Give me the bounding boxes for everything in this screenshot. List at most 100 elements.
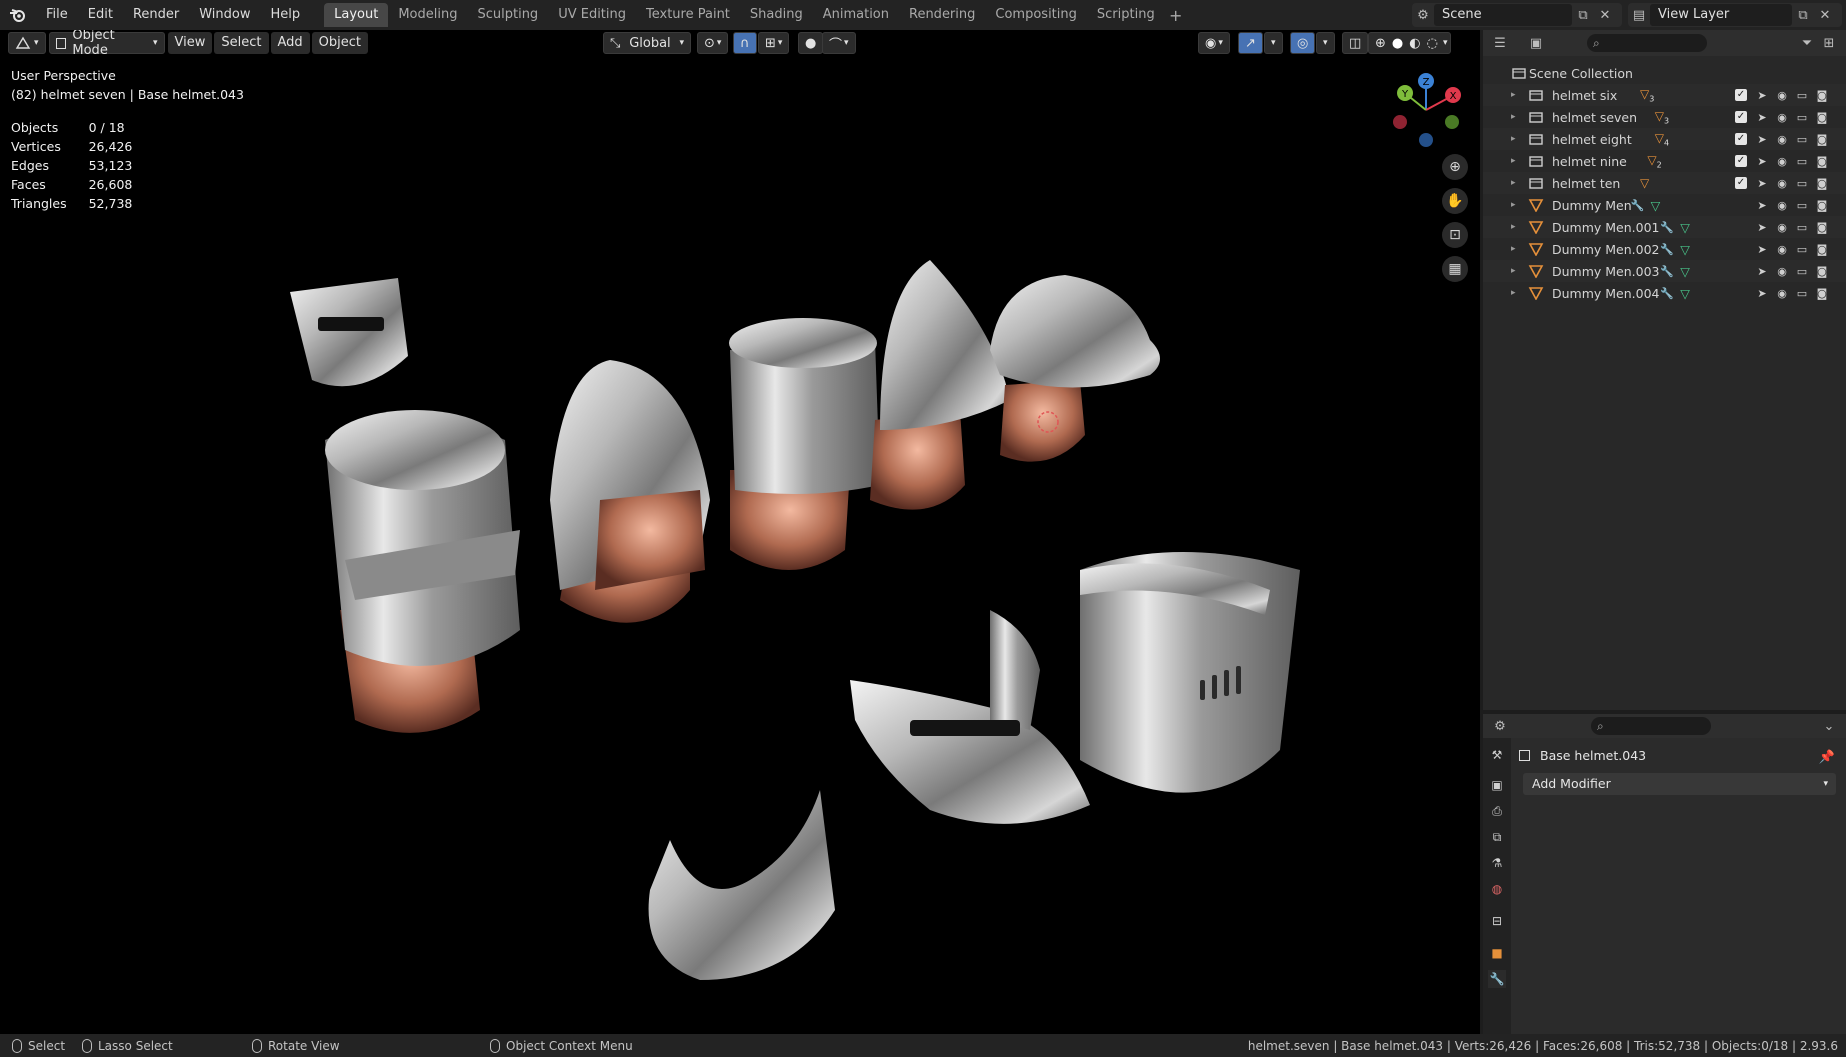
outliner-search-input[interactable]: ⌕ [1587,34,1707,52]
pan-hand-icon[interactable]: ✋ [1442,188,1468,214]
expand-arrow-icon[interactable]: ▸ [1511,200,1516,210]
eye-icon[interactable]: ◉ [1775,132,1789,146]
exclude-checkbox[interactable]: ✓ [1734,110,1748,124]
tab-layout[interactable]: Layout [324,3,389,27]
exclude-checkbox[interactable]: ✓ [1734,132,1748,146]
tab-modeling[interactable]: Modeling [388,3,467,27]
outliner-item[interactable]: ▸ Dummy Men 🔧 ▽ ➤ ◉ ▭ ◙ [1483,194,1846,216]
pin-icon[interactable]: 📌 [1816,746,1838,768]
outliner-item[interactable]: ▸ helmet six ▽3 ✓ ➤ ◉ ▭ ◙ [1483,84,1846,106]
modifier-wrench-icon[interactable]: 🔧 [1660,287,1674,300]
blender-logo-icon[interactable] [0,0,36,30]
expand-arrow-icon[interactable]: ▸ [1511,244,1516,254]
camera-render-icon[interactable]: ◙ [1815,242,1829,256]
child-mesh-icon[interactable]: ▽2 [1647,153,1661,169]
camera-render-icon[interactable]: ◙ [1815,176,1829,190]
new-collection-icon[interactable]: ⊞ [1818,32,1840,54]
tab-shading[interactable]: Shading [740,3,813,27]
child-mesh-icon[interactable]: ▽ [1640,176,1649,190]
eye-icon[interactable]: ◉ [1775,220,1789,234]
monitor-icon[interactable]: ▭ [1795,264,1809,278]
new-scene-icon[interactable]: ⧉ [1572,4,1594,26]
tool-tab-icon[interactable]: ⚒ [1488,746,1506,764]
object-tab-icon[interactable]: ■ [1488,944,1506,962]
select-arrow-icon[interactable]: ➤ [1755,154,1769,168]
helmet-bevor[interactable] [648,790,835,980]
view-layer-field[interactable]: View Layer [1650,4,1792,26]
delete-scene-icon[interactable]: ✕ [1594,4,1616,26]
camera-render-icon[interactable]: ◙ [1815,154,1829,168]
monitor-icon[interactable]: ▭ [1795,176,1809,190]
select-arrow-icon[interactable]: ➤ [1755,286,1769,300]
expand-arrow-icon[interactable]: ▸ [1511,288,1516,298]
outliner-item[interactable]: ▸ helmet eight ▽4 ✓ ➤ ◉ ▭ ◙ [1483,128,1846,150]
camera-render-icon[interactable]: ◙ [1815,110,1829,124]
zoom-icon[interactable]: ⊕ [1442,154,1468,180]
outliner-editor-type-icon[interactable]: ☰ [1489,32,1511,54]
camera-render-icon[interactable]: ◙ [1815,264,1829,278]
child-mesh-icon[interactable]: ▽3 [1655,109,1669,125]
render-tab-icon[interactable]: ▣ [1488,776,1506,794]
modifier-wrench-icon[interactable]: 🔧 [1660,265,1674,278]
expand-arrow-icon[interactable]: ▸ [1511,156,1516,166]
camera-render-icon[interactable]: ◙ [1815,286,1829,300]
select-arrow-icon[interactable]: ➤ [1755,176,1769,190]
tab-compositing[interactable]: Compositing [985,3,1087,27]
monitor-icon[interactable]: ▭ [1795,198,1809,212]
camera-render-icon[interactable]: ◙ [1815,198,1829,212]
outliner-item[interactable]: ▸ Dummy Men.003 🔧 ▽ ➤ ◉ ▭ ◙ [1483,260,1846,282]
display-mode-icon[interactable]: ▣ [1525,32,1547,54]
tab-uv-editing[interactable]: UV Editing [548,3,636,27]
tab-scripting[interactable]: Scripting [1087,3,1165,27]
monitor-icon[interactable]: ▭ [1795,88,1809,102]
output-tab-icon[interactable]: ⎙ [1488,802,1506,820]
helmet-conical[interactable] [550,360,710,623]
exclude-checkbox[interactable]: ✓ [1734,154,1748,168]
add-workspace-button[interactable]: + [1165,6,1187,25]
exclude-checkbox[interactable]: ✓ [1734,176,1748,190]
monitor-icon[interactable]: ▭ [1795,110,1809,124]
tab-sculpting[interactable]: Sculpting [467,3,548,27]
select-arrow-icon[interactable]: ➤ [1755,264,1769,278]
perspective-grid-icon[interactable]: ▦ [1442,256,1468,282]
mesh-data-icon[interactable]: ▽ [1680,286,1690,301]
select-arrow-icon[interactable]: ➤ [1755,132,1769,146]
add-modifier-dropdown[interactable]: Add Modifier ▾ [1523,773,1836,795]
eye-icon[interactable]: ◉ [1775,286,1789,300]
tab-texture-paint[interactable]: Texture Paint [636,3,740,27]
scene-name-field[interactable]: Scene [1434,4,1572,26]
child-mesh-icon[interactable]: ▽4 [1655,131,1669,147]
expand-arrow-icon[interactable]: ▸ [1511,266,1516,276]
navigation-gizmo[interactable]: Z X Y [1386,70,1466,150]
properties-search-input[interactable]: ⌕ [1591,717,1711,735]
eye-icon[interactable]: ◉ [1775,110,1789,124]
eye-icon[interactable]: ◉ [1775,264,1789,278]
camera-render-icon[interactable]: ◙ [1815,220,1829,234]
monitor-icon[interactable]: ▭ [1795,242,1809,256]
child-mesh-icon[interactable]: ▽3 [1640,87,1654,103]
camera-icon[interactable]: ⊡ [1442,222,1468,248]
tab-animation[interactable]: Animation [813,3,899,27]
helmet-brimmed[interactable] [990,275,1160,462]
select-arrow-icon[interactable]: ➤ [1755,110,1769,124]
eye-icon[interactable]: ◉ [1775,154,1789,168]
helmet-great-cylinder[interactable] [325,410,520,733]
helmet-kettle[interactable] [870,260,1010,510]
menu-edit[interactable]: Edit [78,0,123,30]
outliner-item[interactable]: ▸ helmet seven ▽3 ✓ ➤ ◉ ▭ ◙ [1483,106,1846,128]
modifier-wrench-icon[interactable]: 🔧 [1660,243,1674,256]
outliner-item[interactable]: ▸ Dummy Men.002 🔧 ▽ ➤ ◉ ▭ ◙ [1483,238,1846,260]
monitor-icon[interactable]: ▭ [1795,220,1809,234]
monitor-icon[interactable]: ▭ [1795,154,1809,168]
exclude-checkbox[interactable]: ✓ [1734,88,1748,102]
filter-icon[interactable]: ⏷ [1796,32,1818,54]
eye-icon[interactable]: ◉ [1775,198,1789,212]
outliner-item[interactable]: ▸ Dummy Men.001 🔧 ▽ ➤ ◉ ▭ ◙ [1483,216,1846,238]
mesh-data-icon[interactable]: ▽ [1680,220,1690,235]
expand-arrow-icon[interactable]: ▸ [1511,134,1516,144]
3d-viewport[interactable]: ▾ Object Mode ▾ View Select Add Object ⤡… [0,30,1480,1034]
tab-rendering[interactable]: Rendering [899,3,985,27]
eye-icon[interactable]: ◉ [1775,88,1789,102]
scene-tab-icon[interactable]: ⚗ [1488,854,1506,872]
world-tab-icon[interactable]: ◍ [1488,880,1506,898]
